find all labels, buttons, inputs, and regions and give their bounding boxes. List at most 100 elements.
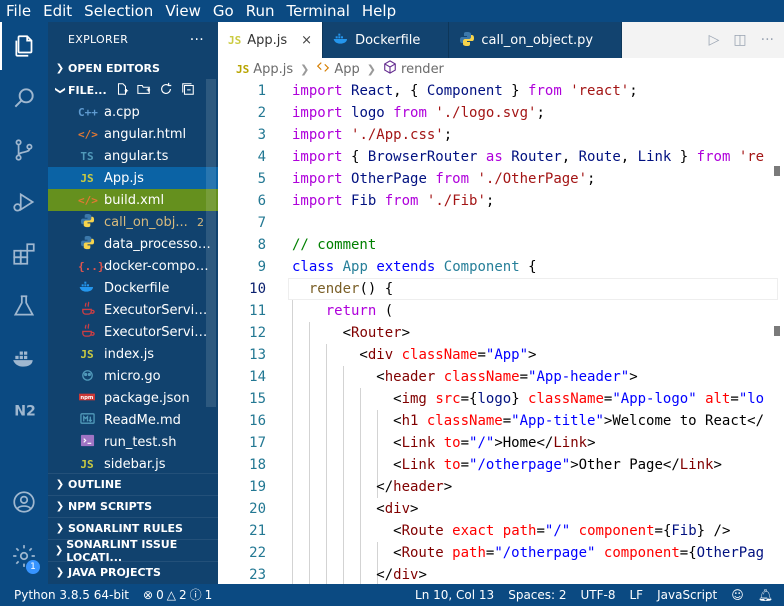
status-bar: Python 3.8.5 64-bit ⊗ 0 △ 2 ⓘ 1 Ln 10, Col … bbox=[0, 584, 784, 606]
file-item[interactable]: data_processor.py bbox=[48, 233, 218, 255]
line-number: 7 bbox=[257, 215, 266, 231]
file-item[interactable]: ExecutorService... bbox=[48, 299, 218, 321]
code-line: 1 import React, { Component } from 'react… bbox=[218, 80, 784, 102]
file-item[interactable]: </> angular.html bbox=[48, 123, 218, 145]
extensions-icon[interactable] bbox=[0, 230, 48, 278]
new-file-icon[interactable] bbox=[115, 82, 129, 99]
tab-app-js[interactable]: JS App.js × bbox=[218, 22, 324, 58]
chevron-right-icon: ❯ bbox=[55, 501, 65, 512]
menu-file[interactable]: File bbox=[0, 0, 37, 22]
file-list: C++ a.cpp </> angular.html TS angular.ts JS App… bbox=[48, 101, 218, 475]
menu-selection[interactable]: Selection bbox=[78, 0, 159, 22]
file-item[interactable]: run_test.sh bbox=[48, 431, 218, 453]
section-label: SONARLINT ISSUE LOCATI... bbox=[66, 537, 178, 564]
run-debug-icon[interactable] bbox=[0, 178, 48, 226]
more-actions-icon[interactable]: ··· bbox=[190, 32, 204, 48]
docker-icon[interactable] bbox=[0, 334, 48, 382]
file-item[interactable]: npm package.json bbox=[48, 387, 218, 409]
file-item[interactable]: micro.go bbox=[48, 365, 218, 387]
chevron-right-icon: ❯ bbox=[55, 523, 65, 534]
section-sonarlint-rules[interactable]: ❯ SONARLINT RULES bbox=[48, 517, 218, 539]
svg-text:N2: N2 bbox=[14, 403, 36, 419]
menu-edit[interactable]: Edit bbox=[37, 0, 78, 22]
section-outline[interactable]: ❯ OUTLINE bbox=[48, 473, 218, 495]
breadcrumb-file[interactable]: App.js bbox=[253, 62, 293, 77]
line-number: 16 bbox=[249, 413, 266, 429]
language-mode[interactable]: JavaScript bbox=[650, 584, 724, 606]
account-icon[interactable] bbox=[0, 478, 48, 526]
section-java-projects[interactable]: ❯ JAVA PROJECTS bbox=[48, 561, 218, 583]
file-item[interactable]: TS angular.ts bbox=[48, 145, 218, 167]
section-files[interactable]: ❯ FILE... bbox=[48, 79, 218, 101]
run-icon[interactable]: ▷ bbox=[709, 32, 720, 48]
error-count: 0 bbox=[156, 588, 164, 602]
file-item[interactable]: C++ a.cpp bbox=[48, 101, 218, 123]
end-of-line[interactable]: LF bbox=[623, 584, 651, 606]
file-item[interactable]: JS App.js bbox=[48, 167, 218, 189]
section-open-editors[interactable]: ❯ OPEN EDITORS bbox=[48, 57, 218, 79]
line-number: 15 bbox=[249, 391, 266, 407]
collapse-all-icon[interactable] bbox=[181, 82, 195, 99]
menu-run[interactable]: Run bbox=[240, 0, 281, 22]
explorer-icon[interactable] bbox=[0, 22, 48, 70]
file-item[interactable]: Dockerfile bbox=[48, 277, 218, 299]
breadcrumb-method[interactable]: render bbox=[401, 62, 444, 77]
editor-area: JS App.js × Dockerfile call_on_object.py… bbox=[218, 22, 784, 584]
file-name: call_on_obj... bbox=[104, 214, 188, 230]
split-editor-icon[interactable]: ◫ bbox=[733, 32, 746, 48]
testing-flask-icon[interactable] bbox=[0, 282, 48, 330]
notifications-bell-icon[interactable]: 🔔︎ bbox=[751, 584, 780, 606]
file-item[interactable]: ExecutorService... bbox=[48, 321, 218, 343]
file-name: Dockerfile bbox=[104, 280, 170, 296]
file-type-icon: JS bbox=[80, 171, 94, 185]
tab-call-on-object-py[interactable]: call_on_object.py bbox=[449, 22, 623, 58]
section-npm-scripts[interactable]: ❯ NPM SCRIPTS bbox=[48, 495, 218, 517]
file-item[interactable]: JS sidebar.js bbox=[48, 453, 218, 475]
file-name: a.cpp bbox=[104, 104, 140, 120]
code-line: 8 // comment bbox=[218, 234, 784, 256]
problems-indicator[interactable]: ⊗ 0 △ 2 ⓘ 1 bbox=[136, 584, 219, 606]
editor-actions: ▷ ◫ ··· bbox=[622, 22, 784, 58]
code-line: 6 import Fib from './Fib'; bbox=[218, 190, 784, 212]
chevron-right-icon: ❯ bbox=[55, 62, 65, 74]
code-text: <Link to="/otherpage">Other Page</Link> bbox=[292, 457, 722, 473]
new-folder-icon[interactable] bbox=[137, 82, 151, 99]
menu-terminal[interactable]: Terminal bbox=[281, 0, 356, 22]
sidebar-header: EXPLORER ··· bbox=[48, 22, 218, 57]
line-number: 4 bbox=[257, 149, 266, 165]
file-item[interactable]: ReadMe.md bbox=[48, 409, 218, 431]
code-editor[interactable]: 1 import React, { Component } from 'react… bbox=[218, 80, 784, 584]
code-text: import React, { Component } from 'react'… bbox=[292, 83, 638, 99]
file-item[interactable]: </> build.xml bbox=[48, 189, 218, 211]
section-sonarlint-issue-locations[interactable]: ❯ SONARLINT ISSUE LOCATI... bbox=[48, 537, 218, 564]
menu-help[interactable]: Help bbox=[356, 0, 402, 22]
source-control-icon[interactable] bbox=[0, 126, 48, 174]
menu-view[interactable]: View bbox=[159, 0, 207, 22]
close-icon[interactable]: × bbox=[301, 33, 312, 48]
editor-tabs: JS App.js × Dockerfile call_on_object.py… bbox=[218, 22, 784, 58]
encoding[interactable]: UTF-8 bbox=[574, 584, 623, 606]
file-type-icon: TS bbox=[80, 149, 94, 163]
code-line: 13 <div className="App"> bbox=[218, 344, 784, 366]
search-icon[interactable] bbox=[0, 74, 48, 122]
more-actions-icon[interactable]: ··· bbox=[761, 32, 774, 48]
breadcrumb-class[interactable]: App bbox=[334, 62, 359, 77]
python-file-icon bbox=[78, 213, 96, 231]
line-number: 13 bbox=[249, 347, 266, 363]
file-item[interactable]: call_on_obj... 2 bbox=[48, 211, 218, 233]
cursor-position[interactable]: Ln 10, Col 13 bbox=[408, 584, 501, 606]
tab-label: App.js bbox=[247, 32, 288, 48]
refresh-icon[interactable] bbox=[159, 82, 173, 99]
menu-go[interactable]: Go bbox=[207, 0, 240, 22]
tab-dockerfile[interactable]: Dockerfile bbox=[323, 22, 450, 58]
n2-icon[interactable]: N2 bbox=[0, 386, 48, 434]
python-interpreter[interactable]: Python 3.8.5 64-bit bbox=[0, 584, 136, 606]
code-line: 19 </header> bbox=[218, 476, 784, 498]
sidebar-scrollbar[interactable] bbox=[206, 79, 216, 407]
file-item[interactable]: JS index.js bbox=[48, 343, 218, 365]
feedback-icon[interactable]: ☺ bbox=[724, 584, 751, 606]
settings-gear-icon[interactable]: 1 bbox=[0, 532, 48, 580]
section-label: SONARLINT RULES bbox=[68, 522, 183, 535]
file-item[interactable]: {..} docker-compose... bbox=[48, 255, 218, 277]
indentation[interactable]: Spaces: 2 bbox=[501, 584, 573, 606]
